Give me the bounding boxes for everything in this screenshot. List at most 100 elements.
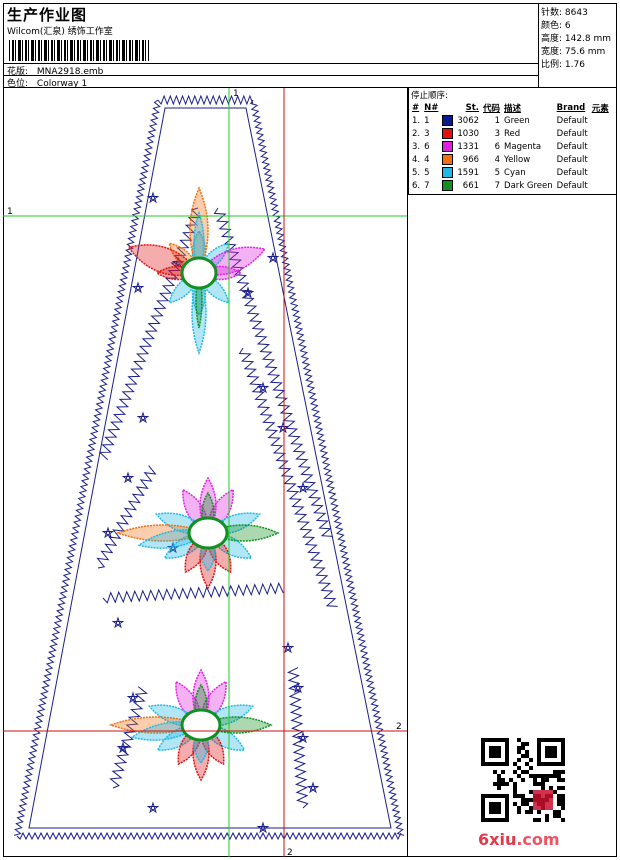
qr-module (537, 774, 541, 778)
stop-sequence-title: 停止顺序: (411, 91, 448, 101)
stat-stitches: 针数: 8643 (541, 8, 588, 18)
stop-row: 1. 1 3062 1 Green Default (410, 114, 611, 127)
green-guide-label-top: 1 (233, 89, 239, 99)
qr-module (553, 790, 557, 794)
qr-module (513, 762, 517, 766)
row-element (590, 153, 611, 166)
row-code: 3 (494, 128, 501, 139)
qr-module (545, 814, 549, 818)
row-code: 1 (494, 115, 501, 126)
row-swatch (440, 140, 455, 153)
qr-module (517, 806, 521, 810)
qr-module (517, 738, 521, 742)
row-needle: 5 (424, 167, 430, 178)
qr-module (529, 766, 533, 770)
qr-finder-core (489, 802, 501, 814)
qr-module (541, 786, 545, 790)
qr-module (529, 806, 533, 810)
qr-module (529, 774, 533, 778)
row-index: 3. (412, 141, 421, 152)
qr-module (561, 778, 565, 782)
stat-height: 高度: 142.8 mm (541, 34, 612, 44)
qr-module (501, 778, 505, 782)
qr-module (561, 806, 565, 810)
row-brand: Default (556, 167, 588, 178)
flower-center (187, 516, 229, 550)
col-element: 元素 (591, 103, 609, 114)
qr-module (561, 770, 565, 774)
star (146, 191, 160, 204)
barcode (9, 40, 149, 61)
stat-ratio: 比例: 1.76 (541, 60, 585, 70)
qr-module (493, 782, 497, 786)
qr-module (521, 794, 525, 798)
stop-row: 3. 6 1331 6 Magenta Default (410, 140, 611, 153)
qr-module (517, 758, 521, 762)
qr-module (557, 786, 561, 790)
qr-module (561, 802, 565, 806)
qr-module (517, 746, 521, 750)
row-element (590, 114, 611, 127)
qr-module (549, 786, 553, 790)
qr-module (525, 742, 529, 746)
row-swatch (440, 179, 455, 192)
col-stitches: St. (465, 102, 480, 113)
row-code: 7 (494, 180, 501, 191)
qr-module (517, 774, 521, 778)
qr-module (553, 810, 557, 814)
stat-width: 宽度: 75.6 mm (541, 47, 606, 57)
floral-motifs (108, 186, 280, 782)
qr-module (497, 786, 501, 790)
qr-module (561, 786, 565, 790)
star (111, 616, 125, 629)
qr-module (533, 778, 537, 782)
row-stitches: 1591 (457, 167, 480, 178)
qr-module (545, 818, 549, 822)
row-stitches: 3062 (457, 115, 480, 126)
qr-module (557, 774, 561, 778)
col-needle: N# (424, 102, 439, 113)
qr-module (537, 782, 541, 786)
qr-module (521, 778, 525, 782)
qr-module (513, 786, 517, 790)
col-swatch (440, 101, 455, 114)
qr-module (513, 782, 517, 786)
stop-sequence-header-row: # N# St. 代码 描述 Brand 元素 (410, 101, 611, 114)
row-element (590, 127, 611, 140)
row-brand: Default (556, 180, 588, 191)
color-swatch (442, 167, 454, 178)
qr-module (529, 790, 533, 794)
qr-module (561, 798, 565, 802)
row-brand: Default (556, 128, 588, 139)
qr-module (533, 782, 537, 786)
star (281, 641, 295, 654)
stop-row: 2. 3 1030 3 Red Default (410, 127, 611, 140)
row-index: 6. (412, 180, 421, 191)
col-index: # (412, 102, 420, 113)
red-guide-label-bottom: 2 (287, 848, 293, 857)
qr-module (557, 798, 561, 802)
qr-module (533, 818, 537, 822)
row-element (590, 179, 611, 192)
qr-module (521, 746, 525, 750)
stop-sequence-table: # N# St. 代码 描述 Brand 元素 1. 1 3062 1 Green Def… (410, 101, 611, 192)
qr-module (493, 770, 497, 774)
qr-module (513, 794, 517, 798)
qr-module (509, 778, 513, 782)
col-description: 描述 (504, 103, 522, 114)
qr-module (517, 794, 521, 798)
qr-module (561, 794, 565, 798)
col-code: 代码 (483, 103, 501, 114)
qr-module (521, 742, 525, 746)
qr-module (557, 802, 561, 806)
row-code: 4 (494, 154, 501, 165)
color-swatch (442, 128, 454, 139)
row-brand: Default (556, 115, 588, 126)
row-code: 6 (494, 141, 501, 152)
row-description: Red (504, 128, 521, 139)
qr-module (525, 754, 529, 758)
qr-module (553, 770, 557, 774)
qr-module (525, 810, 529, 814)
header-panel: 生产作业图 Wilcom(汇泉) 绣饰工作室 花版: MNA2918.emb 色… (3, 3, 539, 89)
page-title: 生产作业图 (7, 6, 88, 24)
